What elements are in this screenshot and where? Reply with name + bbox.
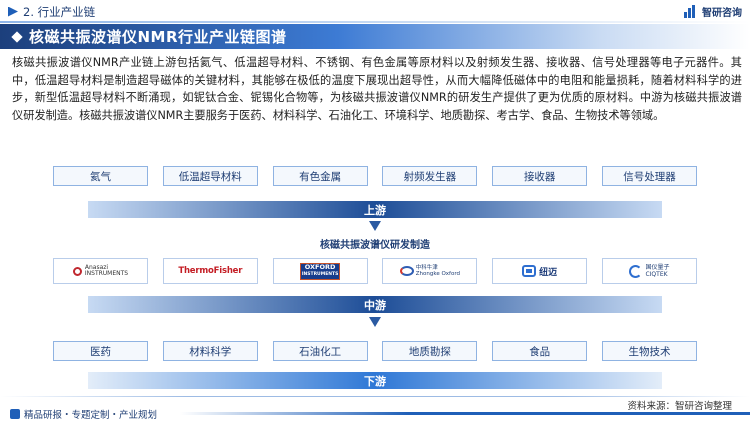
title-bar: 核磁共振波谱仪NMR行业产业链图谱: [0, 24, 750, 49]
footer-strip: [180, 412, 750, 415]
logo-text: CIQTEK: [645, 271, 668, 278]
logo-text: INSTRUMENTS: [301, 272, 339, 277]
upstream-item: 射频发生器: [382, 166, 478, 186]
company-logo: 国仪量子 CIQTEK: [601, 258, 697, 284]
slogan-text: 精品研报・专题定制・产业规划: [24, 410, 158, 421]
logo-text: OXFORD: [304, 262, 336, 271]
footer-slogan: 精品研报・专题定制・产业规划: [10, 407, 157, 421]
downstream-items: 医药 材料科学 石油化工 地质勘探 食品 生物技术: [53, 341, 697, 361]
section-tag: 2. 行业产业链: [8, 4, 95, 19]
midstream-logos: Anasazi INSTRUMENTS ThermoFisher OXFORD IN…: [53, 258, 697, 284]
top-bar: 2. 行业产业链 智研咨询: [0, 0, 750, 22]
company-logo: Anasazi INSTRUMENTS: [53, 258, 148, 284]
brand-logo-icon: [684, 5, 698, 18]
upstream-items: 氦气 低温超导材料 有色金属 射频发生器 接收器 信号处理器: [53, 166, 697, 186]
triangle-icon: [8, 6, 18, 17]
logo-text: 纽迈: [539, 267, 558, 278]
niumag-logo-icon: 纽迈: [522, 265, 557, 278]
logo-text: 国仪量子: [645, 264, 670, 271]
logo-text: ThermoFisher: [178, 266, 243, 276]
company-logo: 纽迈: [492, 258, 588, 284]
zhongke-niuyi-logo-icon: 中科牛津 Zhongke Oxford: [399, 265, 461, 277]
downstream-item: 材料科学: [162, 341, 258, 361]
intro-paragraph: 核磁共振波谱仪NMR产业链上游包括氦气、低温超导材料、不锈钢、有色金属等原材料以…: [12, 56, 742, 122]
company-logo: OXFORD INSTRUMENTS: [272, 258, 368, 284]
company-logo: 中科牛津 Zhongke Oxford: [382, 258, 478, 284]
upstream-item: 低温超导材料: [162, 166, 258, 186]
upstream-item: 信号处理器: [601, 166, 697, 186]
thermofisher-logo-icon: ThermoFisher: [178, 266, 242, 276]
brand: 智研咨询: [684, 4, 742, 19]
logo-text: Zhongke Oxford: [415, 271, 461, 277]
ciqtek-logo-icon: 国仪量子 CIQTEK: [629, 264, 669, 278]
arrow-down-icon: [369, 317, 381, 327]
downstream-item: 食品: [492, 341, 588, 361]
oxford-instruments-logo-icon: OXFORD INSTRUMENTS: [300, 262, 341, 280]
arrow-down-icon: [369, 221, 381, 231]
anasazi-logo-icon: Anasazi INSTRUMENTS: [72, 264, 129, 278]
diamond-icon: [11, 30, 23, 43]
brand-name: 智研咨询: [702, 8, 742, 19]
page-title: 核磁共振波谱仪NMR行业产业链图谱: [29, 28, 287, 46]
downstream-item: 地质勘探: [382, 341, 478, 361]
source-note: 资料来源：智研咨询整理: [627, 401, 732, 412]
midstream-band: 中游: [88, 296, 662, 313]
company-logo: ThermoFisher: [162, 258, 258, 284]
upstream-band: 上游: [88, 201, 662, 218]
downstream-band: 下游: [88, 372, 662, 389]
footer-divider: [0, 396, 750, 397]
upstream-item: 接收器: [492, 166, 588, 186]
upstream-item: 氦气: [53, 166, 148, 186]
logo-text: INSTRUMENTS: [84, 270, 129, 277]
downstream-item: 生物技术: [601, 341, 697, 361]
top-divider: [0, 21, 750, 23]
brand-mark-icon: [10, 409, 20, 419]
downstream-item: 医药: [53, 341, 148, 361]
downstream-item: 石油化工: [272, 341, 368, 361]
midstream-title: 核磁共振波谱仪研发制造: [320, 240, 430, 251]
section-label: 2. 行业产业链: [23, 4, 96, 19]
upstream-item: 有色金属: [272, 166, 368, 186]
